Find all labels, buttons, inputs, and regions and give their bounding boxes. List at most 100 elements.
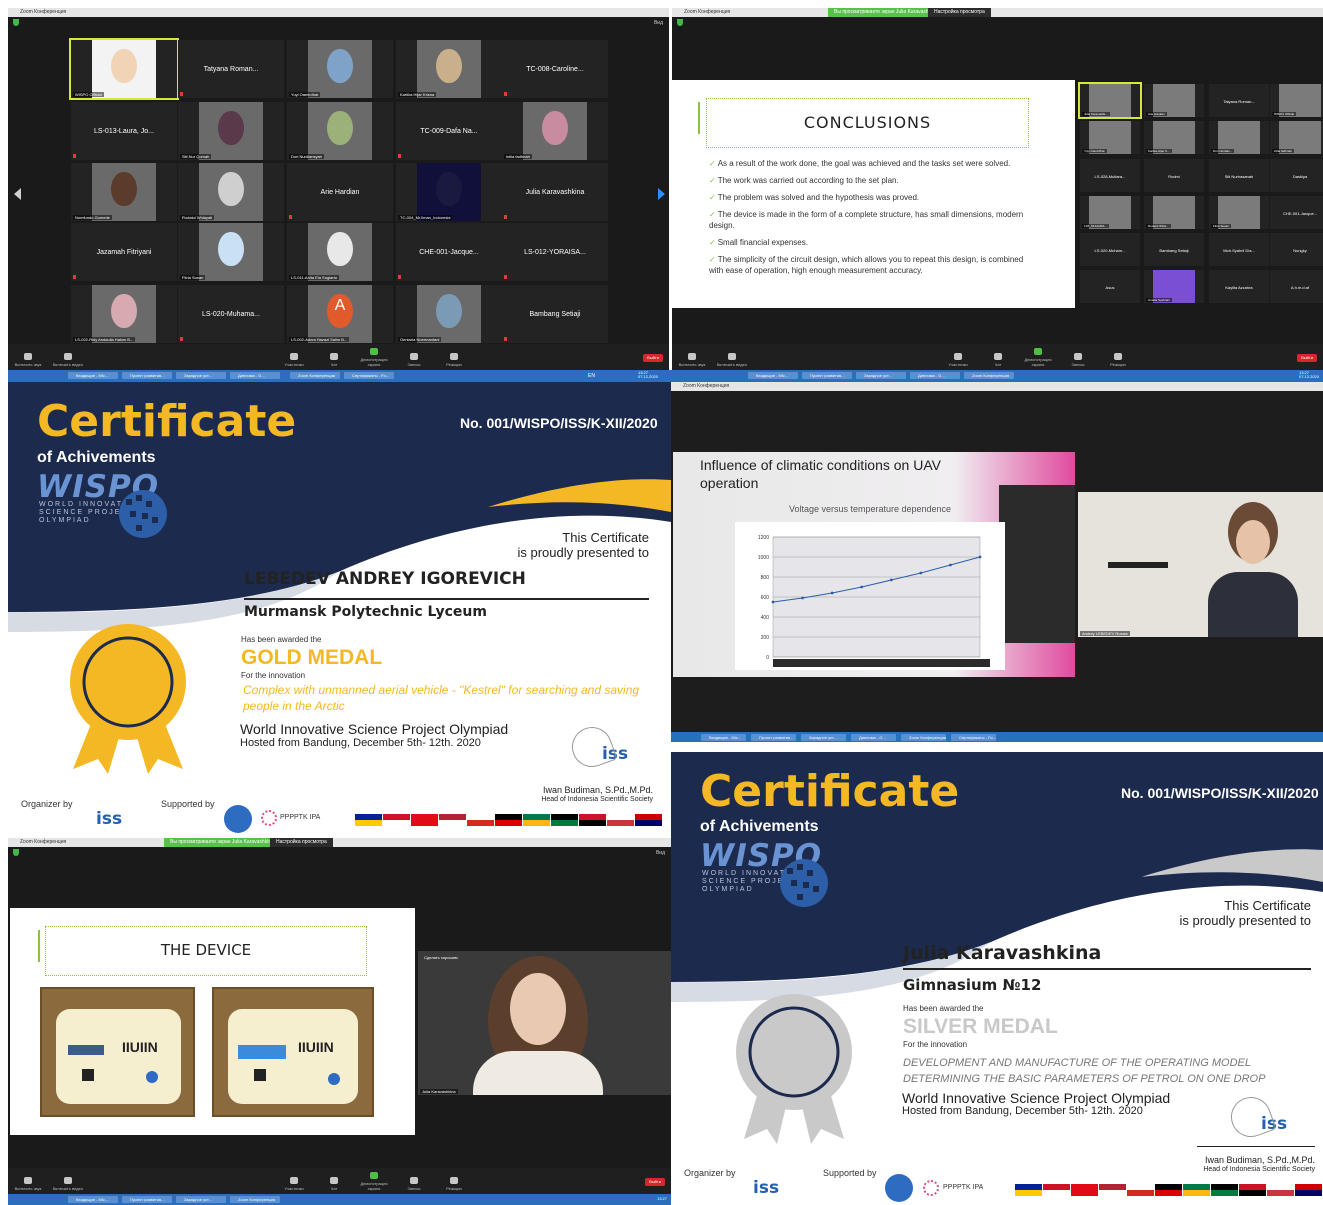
- share-screen-button[interactable]: Демонстрация экрана: [354, 1172, 394, 1191]
- participant-tile[interactable]: LS-020-Muham...: [1080, 233, 1140, 266]
- taskbar-item[interactable]: Диплома - G...: [230, 372, 280, 379]
- participant-tile[interactable]: LS-020-Muhama...: [178, 285, 284, 343]
- participants-button[interactable]: Участники: [938, 353, 978, 367]
- participant-tile[interactable]: Nomfundo Gumede: [71, 163, 177, 221]
- video-button[interactable]: Включить видео: [712, 353, 752, 367]
- record-button[interactable]: Запись: [394, 353, 434, 367]
- reactions-button[interactable]: Реакции: [434, 1177, 474, 1191]
- taskbar-item[interactable]: Проект развития...: [751, 734, 796, 741]
- leave-button[interactable]: Выйти: [645, 1178, 665, 1186]
- participant-tile[interactable]: Siti Nur Qomah: [178, 102, 284, 160]
- taskbar-item[interactable]: Диплома - G...: [910, 372, 960, 379]
- participant-tile[interactable]: Kayilla Azzahra: [1209, 270, 1269, 303]
- participant-tile[interactable]: A.h.m.d.af: [1270, 270, 1323, 303]
- reactions-button[interactable]: Реакции: [1098, 353, 1138, 367]
- chat-button[interactable]: Чат: [978, 353, 1018, 367]
- participant-tile[interactable]: CHE-001-Jacque...: [1270, 196, 1323, 229]
- participant-tile[interactable]: Jazamah Fitriyani: [71, 223, 177, 281]
- taskbar-clock[interactable]: 13:27 07.12.2020: [1299, 371, 1319, 379]
- leave-button[interactable]: Выйти: [1297, 354, 1317, 362]
- taskbar-item[interactable]: Входящие - Mic...: [68, 1196, 118, 1203]
- participant-tile[interactable]: LS-022-Ridy Andaulia Hakim B...: [71, 285, 177, 343]
- participant-tile[interactable]: LS-012-YORAISA...: [502, 223, 608, 281]
- security-shield-icon[interactable]: [677, 19, 683, 26]
- video-button[interactable]: Включить видео: [48, 1177, 88, 1191]
- mute-button[interactable]: Включить звук: [672, 353, 712, 367]
- participant-tile[interactable]: LS-028-Mutiara...: [1080, 159, 1140, 192]
- video-button[interactable]: Включить видео: [48, 353, 88, 367]
- share-screen-button[interactable]: Демонстрация экрана: [1018, 348, 1058, 367]
- taskbar-item[interactable]: Сертификаты - Fo...: [344, 372, 394, 379]
- mute-button[interactable]: Включить звук: [8, 353, 48, 367]
- taskbar-item[interactable]: Входящие - Mic...: [68, 372, 118, 379]
- taskbar-item[interactable]: Проект развития...: [122, 1196, 172, 1203]
- participant-tile[interactable]: WISPO Official: [69, 38, 179, 100]
- participant-tile[interactable]: Nungky: [1270, 233, 1323, 266]
- taskbar-item[interactable]: Проект развития...: [122, 372, 172, 379]
- participant-tile[interactable]: Yuyi Oamirdhat: [287, 40, 393, 98]
- view-button[interactable]: Вид: [656, 850, 665, 856]
- taskbar-item[interactable]: Zoom Конференция: [290, 372, 340, 379]
- taskbar-item[interactable]: Входящие - Mic...: [748, 372, 798, 379]
- taskbar-clock[interactable]: 13:27 07.12.2020: [638, 371, 658, 379]
- participant-tile[interactable]: Arie Hardian: [1144, 84, 1204, 117]
- taskbar-item[interactable]: Zoom Конференция: [901, 734, 946, 741]
- participant-tile[interactable]: A LS-002-Adzra Hazazi Salim B...: [287, 285, 393, 343]
- participant-tile[interactable]: Yuyi Oamirdhat: [1080, 121, 1140, 154]
- taskbar-item[interactable]: Зарядное уст...: [801, 734, 846, 741]
- participant-tile[interactable]: LS-013-Laura, Jo...: [71, 102, 177, 160]
- taskbar-item[interactable]: Зарядное уст...: [856, 372, 906, 379]
- participant-tile[interactable]: Julia Karavashkina: [502, 163, 608, 221]
- taskbar-item[interactable]: Входящие - Mic...: [701, 734, 746, 741]
- mute-button[interactable]: Включить звук: [8, 1177, 48, 1191]
- share-screen-button[interactable]: Демонстрация экрана: [354, 348, 394, 367]
- participant-tile[interactable]: Dori Nurdian...: [1209, 121, 1269, 154]
- chat-button[interactable]: Чат: [314, 1177, 354, 1191]
- taskbar-item[interactable]: Проект развития...: [802, 372, 852, 379]
- participant-tile[interactable]: Moh.Syahril Dia...: [1209, 233, 1269, 266]
- participant-tile[interactable]: TC-008-Caroline...: [502, 40, 608, 98]
- taskbar-item[interactable]: Zoom Конференция: [964, 372, 1014, 379]
- record-button[interactable]: Запись: [394, 1177, 434, 1191]
- participant-tile[interactable]: WISPO Official: [1270, 84, 1323, 117]
- participant-tile[interactable]: CHE-001-Jacque...: [396, 223, 502, 281]
- viewing-options-button[interactable]: Настройка просмотра: [270, 838, 333, 847]
- participants-button[interactable]: Участники: [274, 353, 314, 367]
- participant-tile[interactable]: Rodatul Widayati: [178, 163, 284, 221]
- security-shield-icon[interactable]: [13, 19, 19, 26]
- participant-tile[interactable]: LS-011-Anita Ela Sugiarto: [287, 223, 393, 281]
- keyboard-language[interactable]: EN: [588, 373, 595, 379]
- participant-tile[interactable]: Amalia Syahrani: [1144, 270, 1204, 303]
- participant-tile[interactable]: Arie Hardian: [287, 163, 393, 221]
- participant-tile[interactable]: intlia fadhnah: [502, 102, 608, 160]
- participant-tile[interactable]: Oentaria Noermanfani: [396, 285, 502, 343]
- security-shield-icon[interactable]: [13, 849, 19, 856]
- participant-tile[interactable]: Siti Nurhasanah: [1209, 159, 1269, 192]
- participant-tile[interactable]: LS5_MUHAMA...: [1080, 196, 1140, 229]
- participants-button[interactable]: Участники: [274, 1177, 314, 1191]
- participant-tile[interactable]: TC-009-Dafa Na...: [396, 102, 502, 160]
- participant-tile[interactable]: Tatyana Roman...: [178, 40, 284, 98]
- participant-tile[interactable]: TC-004_Mr.Ilman_Indonesia: [396, 163, 502, 221]
- participant-tile[interactable]: Fitria Susan: [1209, 196, 1269, 229]
- participant-tile[interactable]: Daskiya: [1270, 159, 1323, 192]
- participant-tile[interactable]: Fitria Susan: [178, 223, 284, 281]
- participant-tile[interactable]: Bambang Setiaji: [1144, 233, 1204, 266]
- participant-tile[interactable]: Rodatul Wida...: [1144, 196, 1204, 229]
- viewing-options-button[interactable]: Настройка просмотра: [928, 8, 991, 17]
- view-button[interactable]: Вид: [654, 20, 663, 26]
- next-page-arrow-icon[interactable]: [658, 188, 665, 200]
- participant-tile[interactable]: Rodmi: [1144, 159, 1204, 192]
- record-button[interactable]: Запись: [1058, 353, 1098, 367]
- participant-tile[interactable]: Asus: [1080, 270, 1140, 303]
- reactions-button[interactable]: Реакции: [434, 353, 474, 367]
- participant-tile[interactable]: Kartika Hijar K...: [1144, 121, 1204, 154]
- taskbar-item[interactable]: Сертификаты - Fo...: [951, 734, 996, 741]
- leave-button[interactable]: Выйти: [643, 354, 663, 362]
- taskbar-item[interactable]: Диплома - G...: [851, 734, 896, 741]
- participant-tile[interactable]: Dori Nurdiansyah: [287, 102, 393, 160]
- participant-tile[interactable]: Tatyana Roman...: [1209, 84, 1269, 117]
- taskbar-clock[interactable]: 13:27: [657, 1197, 667, 1201]
- taskbar-item[interactable]: Зарядное уст...: [176, 372, 226, 379]
- participant-tile[interactable]: Kartika Hijar Krisna: [396, 40, 502, 98]
